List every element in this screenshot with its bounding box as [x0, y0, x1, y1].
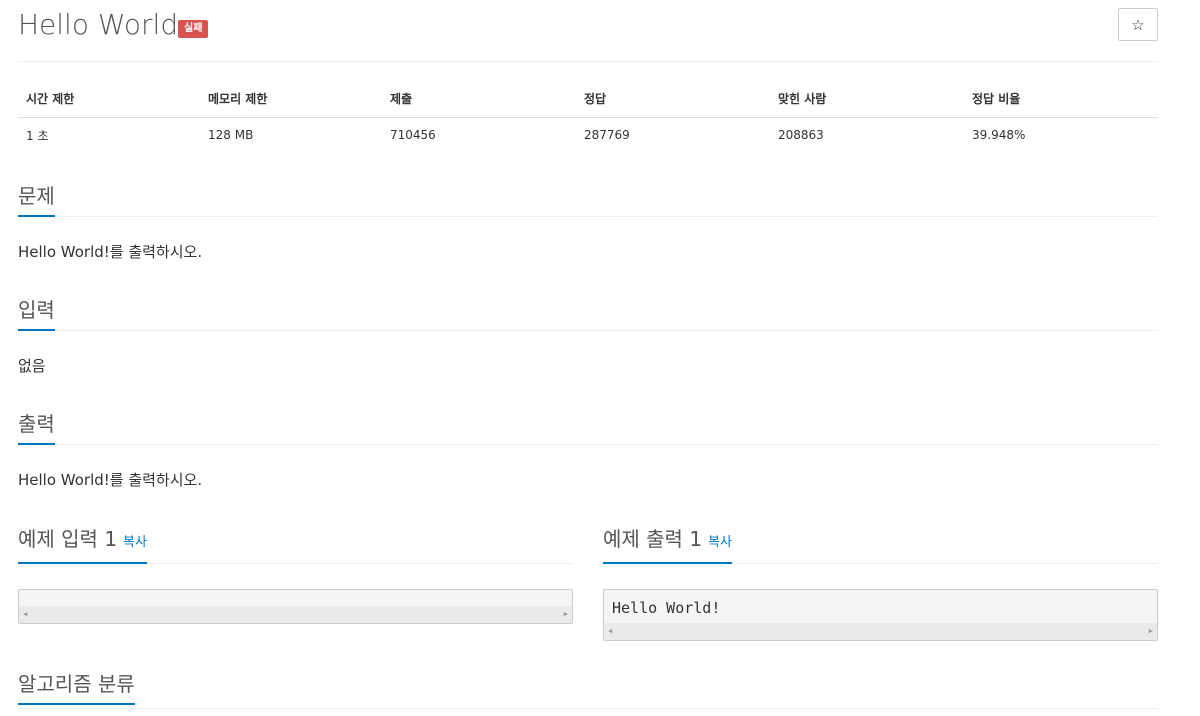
col-solved-users: 맞힌 사람 — [770, 80, 964, 118]
sample-output-title-text: 예제 출력 1 — [603, 527, 703, 551]
star-icon: ☆ — [1131, 16, 1145, 34]
output-section: 출력 Hello World!를 출력하시오. — [18, 413, 1158, 490]
section-title: 문제 — [18, 185, 55, 217]
problem-description: Hello World!를 출력하시오. — [18, 243, 203, 261]
section-head: 입력 — [18, 299, 1158, 331]
algorithm-section: 알고리즘 분류 — [18, 673, 1158, 709]
section-title: 입력 — [18, 299, 55, 331]
sample-input-content — [19, 590, 572, 606]
sample-output-section: 예제 출력 1 복사 Hello World! ◀ ▶ — [603, 528, 1158, 641]
scroll-right-icon[interactable]: ▶ — [564, 610, 568, 618]
col-ratio: 정답 비율 — [964, 80, 1158, 118]
output-description: Hello World!를 출력하시오. — [18, 471, 203, 489]
star-button[interactable]: ☆ — [1118, 8, 1158, 41]
sample-input-box[interactable]: ◀ ▶ — [18, 589, 573, 624]
section-head: 출력 — [18, 413, 1158, 445]
scroll-right-icon[interactable]: ▶ — [1149, 627, 1153, 635]
scroll-left-icon[interactable]: ◀ — [608, 627, 612, 635]
sample-head: 예제 입력 1 복사 — [18, 528, 573, 564]
value-time-limit: 1 초 — [26, 128, 49, 143]
col-submissions: 제출 — [382, 80, 576, 118]
section-head: 문제 — [18, 185, 1158, 217]
input-description: 없음 — [18, 357, 46, 375]
sample-input-title: 예제 입력 1 복사 — [18, 528, 147, 564]
problem-info-table: 시간 제한 메모리 제한 제출 정답 맞힌 사람 정답 비율 1 초 128 M… — [18, 80, 1158, 153]
value-memory-limit: 128 MB — [208, 128, 254, 143]
value-accepted: 287769 — [584, 128, 630, 143]
sample-output-box[interactable]: Hello World! ◀ ▶ — [603, 589, 1158, 641]
sample-input-section: 예제 입력 1 복사 ◀ ▶ — [18, 528, 573, 624]
input-section: 입력 없음 — [18, 299, 1158, 376]
col-memory-limit: 메모리 제한 — [200, 80, 382, 118]
problem-title: Hello World — [18, 8, 179, 41]
horizontal-scrollbar[interactable]: ◀ ▶ — [19, 606, 572, 623]
horizontal-scrollbar[interactable]: ◀ ▶ — [604, 623, 1157, 640]
section-title: 알고리즘 분류 — [18, 673, 135, 705]
value-solved-users: 208863 — [778, 128, 824, 143]
value-ratio: 39.948% — [972, 128, 1026, 143]
value-submissions: 710456 — [390, 128, 436, 143]
sample-output-content: Hello World! — [612, 599, 721, 617]
col-accepted: 정답 — [576, 80, 770, 118]
section-title: 출력 — [18, 413, 55, 445]
sample-input-title-text: 예제 입력 1 — [18, 527, 118, 551]
problem-section: 문제 Hello World!를 출력하시오. — [18, 185, 1158, 262]
col-time-limit: 시간 제한 — [18, 80, 200, 118]
sample-output-title: 예제 출력 1 복사 — [603, 528, 732, 564]
copy-output-button[interactable]: 복사 — [708, 535, 732, 550]
scroll-left-icon[interactable]: ◀ — [23, 610, 27, 618]
table-row: 1 초 128 MB 710456 287769 208863 39.948% — [18, 117, 1158, 153]
copy-input-button[interactable]: 복사 — [123, 535, 147, 550]
sample-head: 예제 출력 1 복사 — [603, 528, 1158, 564]
status-badge: 실패 — [178, 20, 209, 38]
section-head: 알고리즘 분류 — [18, 673, 1158, 709]
problem-header: Hello World 실패 ☆ — [18, 8, 1158, 62]
table-header-row: 시간 제한 메모리 제한 제출 정답 맞힌 사람 정답 비율 — [18, 80, 1158, 118]
